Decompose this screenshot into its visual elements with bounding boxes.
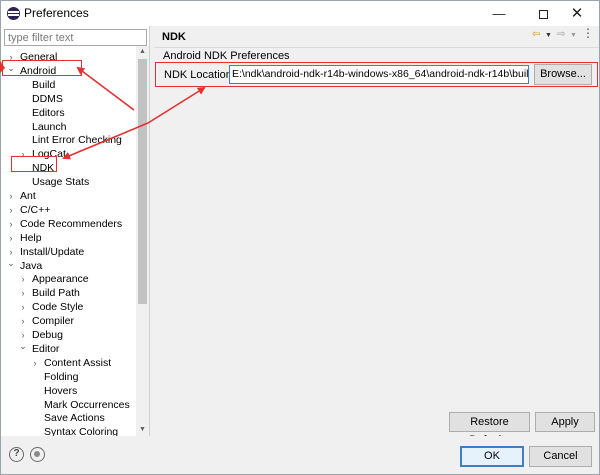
tree-item[interactable]: ⌄ Java — [1, 256, 137, 273]
tree-item[interactable]: › Code Recommenders — [1, 217, 137, 231]
tree-item[interactable]: Lint Error Checking — [1, 133, 137, 147]
tree-item[interactable]: DDMS — [1, 92, 137, 106]
ndk-location-label: NDK Location — [164, 69, 232, 81]
close-button[interactable]: ✕ — [555, 1, 599, 26]
tree-item-label: Help — [20, 231, 42, 244]
tree-item-label: DDMS — [32, 92, 63, 105]
collapsed-chevron-icon[interactable]: › — [6, 189, 16, 203]
tree-item[interactable]: Usage Stats — [1, 175, 137, 189]
tree-item-label: Syntax Coloring — [44, 426, 119, 436]
tree-item-label: Java — [20, 259, 43, 272]
collapsed-chevron-icon[interactable]: › — [18, 300, 28, 314]
tree-item[interactable]: › Help — [1, 231, 137, 245]
tree-item-label: Folding — [44, 370, 79, 383]
ndk-location-input[interactable]: E:\ndk\android-ndk-r14b-windows-x86_64\a… — [229, 65, 529, 84]
scroll-thumb[interactable] — [138, 59, 147, 304]
back-arrow-icon[interactable]: ⇦ — [532, 29, 540, 40]
restore-defaults-button[interactable]: Restore Defaults — [449, 412, 530, 446]
help-icon[interactable]: ? — [9, 447, 24, 462]
tree-item[interactable]: Syntax Coloring — [1, 425, 137, 436]
tree-item-label: Editors — [32, 106, 65, 119]
eclipse-icon — [7, 7, 20, 20]
tree-item[interactable]: › Build Path — [1, 286, 137, 300]
tree-item[interactable]: Folding — [1, 370, 137, 384]
collapsed-chevron-icon[interactable]: › — [6, 217, 16, 231]
tree-item[interactable]: Editors — [1, 106, 137, 120]
cancel-button[interactable]: Cancel — [529, 446, 592, 467]
collapsed-chevron-icon[interactable]: › — [18, 314, 28, 328]
dialog-footer: ? OK Cancel — [1, 436, 599, 474]
tree-item-label: Debug — [32, 329, 63, 341]
tree-item-label: Save Actions — [44, 412, 105, 425]
back-dropdown-icon[interactable]: ▼ — [545, 32, 552, 39]
tree-item[interactable]: ⌄ Editor — [1, 339, 137, 356]
tree-item-label: Lint Error Checking — [32, 134, 122, 147]
header-divider — [154, 47, 599, 48]
tree-item[interactable]: › Appearance — [1, 272, 137, 286]
window-title: Preferences — [24, 6, 89, 20]
preference-tree: › General ⌄ Android Build DDMS Editors Launch Li… — [1, 46, 137, 436]
tree-item[interactable]: › Content Assist — [1, 356, 137, 370]
section-label: Android NDK Preferences — [163, 50, 290, 62]
tree-item-label: Usage Stats — [32, 176, 90, 189]
ndk-location-row: NDK Location E:\ndk\android-ndk-r14b-win… — [155, 62, 598, 87]
forward-arrow-icon[interactable]: ⇨ — [557, 29, 565, 40]
collapsed-chevron-icon[interactable]: › — [30, 356, 40, 370]
tree-item-label: Compiler — [32, 315, 75, 328]
tree-item[interactable]: Save Actions — [1, 411, 137, 425]
tree-item-label: Editor — [32, 342, 60, 355]
tree-item[interactable]: Build — [1, 78, 137, 92]
collapsed-chevron-icon[interactable]: › — [18, 286, 28, 300]
scroll-up-arrow-icon[interactable]: ▲ — [136, 46, 149, 58]
preferences-navigation: ›General⌄AndroidBuildDDMSEditorsLaunchLi… — [1, 26, 150, 436]
collapsed-chevron-icon[interactable]: › — [6, 231, 16, 245]
tree-item[interactable]: › Compiler — [1, 314, 137, 328]
collapsed-chevron-icon[interactable]: › — [18, 272, 28, 286]
tree-item[interactable]: Launch — [1, 120, 137, 134]
tree-item-label: Hovers — [44, 384, 78, 397]
tree-item[interactable]: › Install/Update — [1, 245, 137, 259]
tree-item-label: Code Recommenders — [20, 217, 123, 230]
tree-item-label: Launch — [32, 120, 67, 133]
tree-item-label: Install/Update — [20, 245, 85, 258]
preference-page: NDK ⇦ ▼ ⇨ ▼ ⋮ Android NDK Preferences ND… — [154, 26, 599, 446]
tree-item[interactable]: › Ant — [1, 189, 137, 203]
maximize-icon — [538, 10, 548, 20]
expanded-chevron-icon[interactable]: ⌄ — [6, 256, 16, 270]
tree-item-label: Build — [32, 78, 56, 91]
title-bar: Preferences — ✕ — [1, 1, 599, 26]
android-highlight-box — [2, 60, 82, 76]
view-menu-icon[interactable]: ⋮ — [582, 26, 594, 40]
tree-item-label: Code Style — [32, 301, 84, 314]
minimize-button[interactable]: — — [477, 1, 521, 26]
collapsed-chevron-icon[interactable]: › — [6, 203, 16, 217]
tree-item-label: Content Assist — [44, 356, 112, 369]
tree-item-label: Build Path — [32, 287, 80, 300]
filter-input[interactable] — [4, 29, 147, 46]
tree-item-label: C/C++ — [20, 203, 51, 216]
tree-scrollbar[interactable]: ▲ ▼ — [136, 46, 149, 436]
forward-dropdown-icon[interactable]: ▼ — [570, 32, 577, 39]
tree-item-label: Appearance — [32, 273, 89, 286]
tree-item-label: Ant — [20, 190, 36, 202]
expanded-chevron-icon[interactable]: ⌄ — [18, 339, 28, 353]
page-title: NDK — [162, 31, 186, 43]
tree-item[interactable]: › C/C++ — [1, 203, 137, 217]
import-export-icon[interactable] — [30, 447, 45, 462]
scroll-down-arrow-icon[interactable]: ▼ — [136, 424, 149, 436]
ok-button[interactable]: OK — [460, 446, 524, 467]
apply-button[interactable]: Apply — [535, 412, 595, 432]
tree-item[interactable]: Hovers — [1, 384, 137, 398]
tree-item[interactable]: Mark Occurrences — [1, 398, 137, 412]
tree-item-label: Mark Occurrences — [44, 398, 130, 411]
preferences-window: Preferences — ✕ ›General⌄AndroidBuildDDM… — [0, 0, 600, 475]
history-navigation: ⇦ ▼ ⇨ ▼ ⋮ — [532, 26, 594, 45]
browse-button[interactable]: Browse... — [534, 64, 592, 85]
tree-item[interactable]: › Code Style — [1, 300, 137, 314]
ndk-highlight-box — [11, 156, 57, 172]
